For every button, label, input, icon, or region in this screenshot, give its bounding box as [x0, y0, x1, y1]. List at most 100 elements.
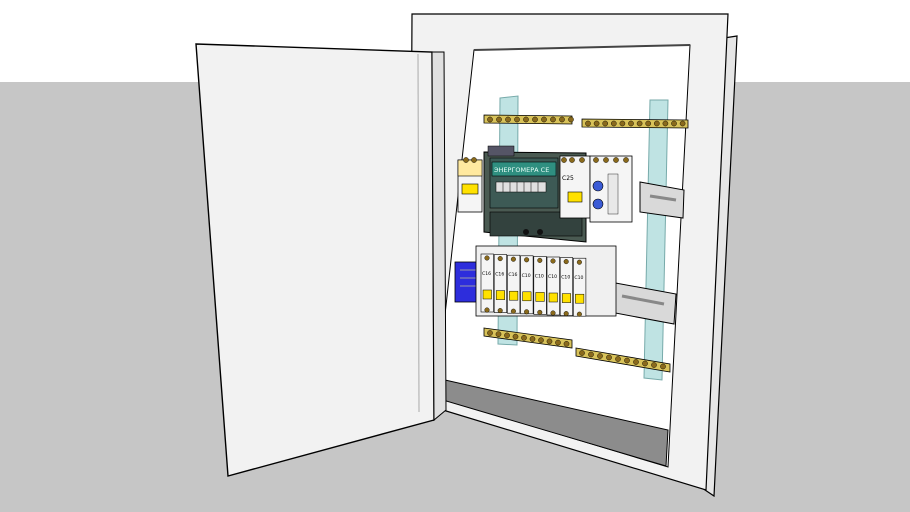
- terminal-screw: [569, 157, 575, 163]
- group-breaker-toggle[interactable]: [509, 290, 519, 301]
- meter-top-block: [487, 145, 515, 157]
- terminal-screw: [662, 120, 669, 127]
- group-breaker-body: [533, 256, 547, 315]
- rcd-breaker[interactable]: C25: [559, 155, 591, 219]
- terminal-screw: [576, 311, 582, 317]
- rcd-toggle[interactable]: [567, 191, 583, 203]
- group-breaker-body: [546, 256, 560, 316]
- group-breaker-body: [520, 255, 534, 315]
- main-breaker-left[interactable]: [457, 159, 483, 213]
- terminal-screw: [671, 120, 677, 127]
- terminal-screw: [593, 157, 599, 163]
- terminal-screw: [550, 116, 556, 123]
- group-breaker-label: C10: [561, 275, 570, 281]
- terminal-screw: [642, 360, 648, 367]
- group-breaker-body: [480, 253, 494, 313]
- group-breaker-toggle[interactable]: [535, 292, 545, 302]
- group-breaker-toggle[interactable]: [495, 290, 505, 300]
- terminal-screw: [602, 120, 609, 127]
- terminal-screw: [597, 353, 603, 359]
- terminal-screw: [505, 116, 511, 123]
- terminal-screw: [563, 259, 569, 265]
- terminal-screw: [495, 331, 502, 338]
- terminal-screw: [576, 259, 582, 265]
- group-breaker-body: [493, 254, 508, 313]
- terminal-screw: [579, 157, 585, 163]
- terminal-screw: [538, 337, 544, 344]
- door-panel[interactable]: [195, 43, 435, 477]
- terminal-screw: [615, 356, 621, 362]
- terminal-screw: [636, 120, 643, 127]
- terminal-screw: [550, 258, 556, 264]
- terminal-screw: [484, 255, 490, 261]
- terminal-screw: [654, 120, 660, 127]
- cabinet-door[interactable]: [195, 43, 447, 477]
- terminal-screw: [524, 257, 530, 263]
- terminal-screw: [537, 257, 543, 263]
- terminal-screw: [550, 310, 556, 316]
- group-breaker[interactable]: C10: [520, 255, 534, 315]
- meter-digit-windows: [495, 181, 547, 193]
- group-breaker[interactable]: C10: [533, 256, 547, 315]
- terminal-screw: [628, 120, 634, 127]
- group-breaker-label: C16: [495, 272, 504, 278]
- terminal-screw: [611, 120, 617, 127]
- terminal-screw: [613, 157, 619, 163]
- terminal-screw: [484, 307, 490, 313]
- terminal-screw: [487, 116, 493, 123]
- terminal-screw: [487, 330, 493, 336]
- group-breaker-toggle[interactable]: [548, 292, 558, 303]
- relay-indicator: [607, 173, 619, 215]
- relay-dial-lower[interactable]: [592, 198, 604, 210]
- terminal-screw: [559, 116, 565, 123]
- main-breaker-cap: [457, 159, 483, 177]
- terminal-screw: [679, 120, 686, 127]
- group-breaker[interactable]: C16: [480, 253, 494, 313]
- terminal-screw: [512, 333, 519, 340]
- terminal-screw: [497, 308, 503, 314]
- terminal-screw: [593, 120, 600, 127]
- group-breaker[interactable]: C16: [507, 254, 521, 314]
- group-breaker[interactable]: C16: [493, 254, 508, 313]
- terminal-screw: [619, 120, 626, 127]
- meter-seal-screw: [523, 229, 529, 235]
- terminal-screw: [568, 116, 574, 123]
- terminal-screw: [588, 351, 594, 358]
- terminal-screw: [651, 362, 657, 368]
- rcd-rating-label: C25: [562, 175, 574, 182]
- group-breaker[interactable]: C10: [559, 257, 574, 316]
- terminal-screw: [532, 116, 538, 123]
- terminal-screw: [563, 340, 570, 347]
- group-breaker-label: C16: [482, 271, 491, 277]
- main-breaker-toggle[interactable]: [461, 183, 479, 195]
- terminal-screw: [463, 157, 469, 163]
- terminal-screw: [510, 308, 516, 314]
- meter-seal-screw: [537, 229, 543, 235]
- terminal-screw: [541, 116, 547, 123]
- lower-device-row: C16 C16 C16 C10 C10 C10 C10 C10: [454, 245, 617, 317]
- terminal-screw: [510, 256, 516, 262]
- terminal-screw: [660, 363, 666, 370]
- relay-dial-upper[interactable]: [592, 180, 604, 192]
- voltage-relay: [589, 155, 633, 223]
- terminal-screw: [645, 120, 652, 127]
- group-breaker-body: [559, 257, 574, 316]
- terminal-screw: [496, 116, 502, 123]
- cabinet-scene: ЭНЕРГОМЕРА CE C25 C16 C16 C16 C10 C10 C1…: [0, 0, 910, 512]
- group-breaker-toggle[interactable]: [575, 293, 585, 304]
- terminal-screw: [563, 311, 569, 317]
- group-breaker[interactable]: C10: [573, 257, 587, 317]
- terminal-screw: [633, 359, 639, 365]
- group-breaker-toggle[interactable]: [561, 293, 571, 303]
- terminal-screw: [529, 336, 536, 342]
- terminal-screw: [537, 309, 543, 315]
- terminal-screw: [585, 120, 591, 127]
- group-breaker[interactable]: C10: [546, 256, 560, 316]
- group-breaker-toggle[interactable]: [482, 289, 492, 300]
- door-edge: [431, 51, 447, 422]
- group-breaker-body: [507, 254, 521, 314]
- terminal-screw: [603, 157, 609, 163]
- terminal-screw: [471, 157, 477, 163]
- group-breaker-toggle[interactable]: [522, 291, 532, 302]
- meter-brand-label: ЭНЕРГОМЕРА CE: [494, 166, 549, 174]
